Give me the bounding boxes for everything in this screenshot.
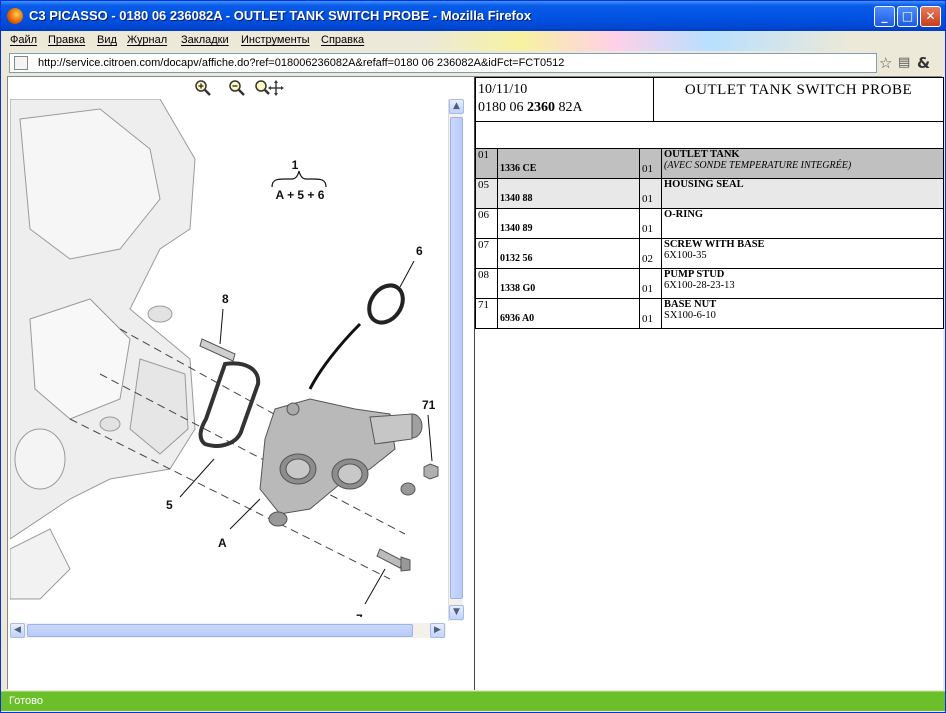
position-cell: 06 xyxy=(475,208,498,239)
doc-reference: 0180 06 2360 82A xyxy=(478,100,583,115)
position-cell: 71 xyxy=(475,298,498,329)
part-spec: SX100-6-10 xyxy=(664,310,716,321)
part-name: HOUSING SEAL xyxy=(664,179,744,190)
reference-cell: 1336 CE xyxy=(500,163,537,174)
header-table: 10/11/10 0180 06 2360 82A OUTLET TANK SW… xyxy=(475,77,944,149)
part-note: (AVEC SONDE TEMPERATURE INTEGRÉE) xyxy=(664,160,852,171)
maximize-button[interactable]: □ xyxy=(897,6,918,27)
vertical-scrollbar[interactable]: ▲ ▼ xyxy=(448,99,464,621)
menu-tools[interactable]: Инструменты xyxy=(241,34,310,46)
quantity-cell: 01 xyxy=(642,163,653,175)
status-bar: Готово xyxy=(1,691,945,711)
position-cell: 08 xyxy=(475,268,498,299)
position-cell: 01 xyxy=(475,148,498,179)
table-row[interactable]: 01 1336 CE 01 OUTLET TANK (AVEC SONDE TEM… xyxy=(475,148,944,179)
status-text: Готово xyxy=(9,695,43,707)
scroll-left-button[interactable]: ◀ xyxy=(10,623,25,638)
table-row[interactable]: 05 1340 88 01 HOUSING SEAL xyxy=(475,178,944,209)
callout-A: A xyxy=(218,536,227,550)
doc-title: OUTLET TANK SWITCH PROBE xyxy=(653,77,944,122)
url-text: http://service.citroen.com/docapv/affich… xyxy=(38,57,565,69)
table-row[interactable]: 08 1338 G0 01 PUMP STUD 6X100-28-23-13 xyxy=(475,268,944,299)
window-title: C3 PICASSO - 0180 06 236082A - OUTLET TA… xyxy=(29,8,532,23)
callout-6: 6 xyxy=(416,244,423,258)
zoom-out-icon[interactable] xyxy=(228,79,246,101)
browser-window: C3 PICASSO - 0180 06 236082A - OUTLET TA… xyxy=(0,0,946,713)
callout-71: 71 xyxy=(422,398,436,412)
page-content: 1 A + 5 + 6 6 8 71 5 A 7 ▲ ▼ ◀ xyxy=(7,76,944,690)
horizontal-scroll-thumb[interactable] xyxy=(27,624,413,637)
callout-8: 8 xyxy=(222,292,229,306)
firefox-icon xyxy=(7,8,23,24)
callout-5: 5 xyxy=(166,498,173,512)
title-bar[interactable]: C3 PICASSO - 0180 06 236082A - OUTLET TA… xyxy=(1,1,945,31)
part-name: SCREW WITH BASE xyxy=(664,239,765,250)
parts-table: 01 1336 CE 01 OUTLET TANK (AVEC SONDE TEM… xyxy=(475,148,944,329)
reference-cell: 1340 88 xyxy=(500,193,533,204)
doc-date: 10/11/10 xyxy=(478,82,528,97)
menu-file[interactable]: Файл xyxy=(10,34,37,46)
reference-cell: 1338 G0 xyxy=(500,283,536,294)
reference-cell: 1340 89 xyxy=(500,223,533,234)
parts-pane: 10/11/10 0180 06 2360 82A OUTLET TANK SW… xyxy=(475,77,944,690)
ampersand-icon[interactable]: & xyxy=(917,54,930,72)
zoom-in-icon[interactable] xyxy=(194,79,212,101)
part-name: BASE NUT xyxy=(664,299,717,310)
part-name: PUMP STUD xyxy=(664,269,725,280)
menu-view[interactable]: Вид xyxy=(97,34,117,46)
part-name: OUTLET TANK xyxy=(664,149,740,160)
reference-cell: 6936 A0 xyxy=(500,313,535,324)
quantity-cell: 02 xyxy=(642,253,653,265)
reference-cell: 0132 56 xyxy=(500,253,533,264)
callout-7: 7 xyxy=(356,612,363,617)
part-name: O-RING xyxy=(664,209,704,220)
pan-zoom-icon[interactable] xyxy=(254,79,284,101)
group-label: 1 xyxy=(292,158,299,172)
horizontal-scrollbar[interactable]: ◀ ▶ xyxy=(10,623,446,638)
exploded-parts-diagram: 1 A + 5 + 6 6 8 71 5 A 7 xyxy=(10,99,446,617)
group-formula: A + 5 + 6 xyxy=(276,188,325,202)
minimize-button[interactable]: _ xyxy=(874,6,895,27)
menu-bookmarks[interactable]: Закладки xyxy=(181,34,229,46)
menu-history[interactable]: Журнал xyxy=(127,34,167,46)
position-cell: 07 xyxy=(475,238,498,269)
navigation-bar: http://service.citroen.com/docapv/affich… xyxy=(1,51,945,76)
menu-bar: Файл Правка Вид Журнал Закладки Инструме… xyxy=(1,31,945,51)
table-row[interactable]: 06 1340 89 01 O-RING xyxy=(475,208,944,239)
part-spec: 6X100-35 xyxy=(664,250,707,261)
quantity-cell: 01 xyxy=(642,193,653,205)
quantity-cell: 01 xyxy=(642,313,653,325)
page-icon xyxy=(14,56,28,70)
feed-icon[interactable]: ▤ xyxy=(898,55,910,70)
part-spec: 6X100-28-23-13 xyxy=(664,280,735,291)
table-row[interactable]: 71 6936 A0 01 BASE NUT SX100-6-10 xyxy=(475,298,944,329)
position-cell: 05 xyxy=(475,178,498,209)
bookmark-star-icon[interactable]: ☆ xyxy=(879,54,892,72)
header-spacer xyxy=(475,121,944,149)
close-button[interactable]: ✕ xyxy=(920,6,941,27)
scroll-right-button[interactable]: ▶ xyxy=(430,623,445,638)
address-bar[interactable]: http://service.citroen.com/docapv/affich… xyxy=(9,53,877,73)
scroll-up-button[interactable]: ▲ xyxy=(449,99,464,114)
quantity-cell: 01 xyxy=(642,223,653,235)
table-row[interactable]: 07 0132 56 02 SCREW WITH BASE 6X100-35 xyxy=(475,238,944,269)
quantity-cell: 01 xyxy=(642,283,653,295)
vertical-scroll-thumb[interactable] xyxy=(450,117,463,599)
scroll-down-button[interactable]: ▼ xyxy=(449,605,464,620)
diagram-pane: 1 A + 5 + 6 6 8 71 5 A 7 ▲ ▼ ◀ xyxy=(8,77,474,690)
menu-help[interactable]: Справка xyxy=(321,34,364,46)
menu-edit[interactable]: Правка xyxy=(48,34,85,46)
